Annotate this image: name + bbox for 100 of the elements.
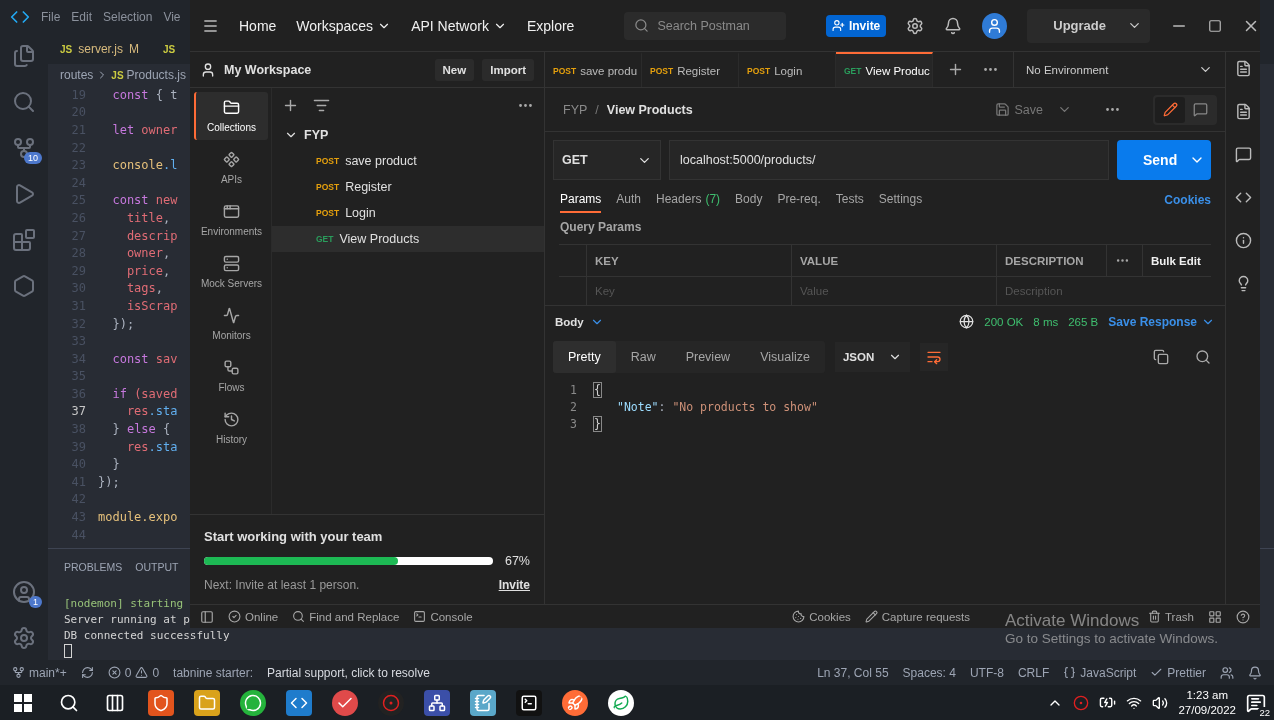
network-icon[interactable] (424, 689, 450, 716)
edit-mode-button[interactable] (1155, 96, 1185, 123)
comment-icon[interactable] (1234, 146, 1252, 163)
breadcrumb-item[interactable]: routes (60, 68, 94, 82)
view-tab[interactable]: Visualize (745, 341, 825, 373)
hexagon-icon[interactable] (12, 274, 36, 298)
request-tab[interactable]: GET View Produc (836, 52, 933, 87)
request-option-tab[interactable]: Params (560, 187, 602, 213)
search-icon[interactable] (1195, 349, 1211, 365)
request-option-tab[interactable]: Body (735, 187, 763, 213)
request-item[interactable]: POST Register (272, 174, 544, 200)
breadcrumb-item[interactable]: Products.js (126, 68, 186, 82)
view-tab[interactable]: Raw (615, 341, 671, 373)
document-icon[interactable] (1234, 103, 1252, 120)
view-tab[interactable]: Pretty (553, 341, 616, 373)
status-item[interactable]: Console (413, 610, 473, 623)
sidebar-tab[interactable]: Mock Servers (193, 248, 268, 296)
view-tab[interactable]: Preview (670, 341, 746, 373)
sidebar-tab[interactable]: History (193, 404, 268, 452)
extensions-icon[interactable] (12, 228, 36, 252)
code-editor-icon[interactable] (286, 689, 312, 716)
status-item[interactable]: Find and Replace (292, 610, 400, 623)
panel-tab[interactable]: OUTPUT (135, 560, 179, 573)
settings-icon[interactable] (906, 16, 925, 35)
method-select[interactable]: GET (553, 140, 661, 180)
sidebar-tab[interactable]: Collections (193, 92, 268, 140)
request-option-tab[interactable]: Settings (878, 187, 923, 213)
status-message[interactable]: Partial support, click to resolve (267, 665, 430, 680)
notifications-icon[interactable] (944, 16, 963, 35)
maximize-icon[interactable] (1208, 18, 1222, 33)
url-field[interactable]: localhost:5000/products/ (669, 140, 1109, 180)
request-option-tab[interactable]: Pre-req. (777, 187, 821, 213)
volume-icon[interactable] (1152, 694, 1169, 711)
notepad-icon[interactable] (470, 689, 496, 716)
request-tab[interactable]: POST Register (642, 52, 739, 87)
task-view-icon[interactable] (105, 692, 125, 713)
cookies-link[interactable]: Cookies (1164, 193, 1211, 207)
avatar-icon[interactable] (982, 12, 1008, 39)
menu-item[interactable]: Edit (71, 10, 93, 24)
leaf-icon[interactable] (608, 689, 634, 716)
panel-tab[interactable]: PROBLEMS (64, 560, 123, 573)
account-icon[interactable] (12, 580, 36, 604)
search-icon[interactable] (59, 692, 79, 713)
formatter-status[interactable]: Prettier (1150, 665, 1206, 680)
sidebar-toggle-icon[interactable] (200, 609, 214, 624)
request-option-tab[interactable]: Tests (835, 187, 864, 213)
shield-icon[interactable] (148, 689, 174, 716)
request-tab[interactable]: POST save produ (545, 52, 642, 87)
nav-link[interactable]: API Network (411, 17, 507, 34)
request-option-tab[interactable]: Headers (7) (656, 187, 721, 213)
tabnine-status[interactable]: tabnine starter: (173, 665, 254, 680)
menu-item[interactable]: File (41, 10, 61, 24)
invite-button[interactable]: Invite (825, 14, 887, 37)
status-item[interactable]: Online (228, 610, 279, 623)
menu-item[interactable]: Selection (103, 10, 153, 24)
status-item[interactable]: Capture requests (864, 610, 970, 623)
environment-select[interactable]: No Environment (1014, 52, 1225, 87)
problems-status[interactable]: 0 0 (107, 665, 160, 680)
save-button[interactable]: Save (988, 101, 1049, 118)
request-item[interactable]: GET View Products (272, 226, 544, 252)
record-icon[interactable] (1073, 694, 1090, 711)
windows-logo-icon[interactable] (14, 693, 32, 712)
save-response-button[interactable]: Save Response (1108, 314, 1215, 329)
copy-icon[interactable] (1153, 349, 1169, 365)
encoding-status[interactable]: UTF-8 (969, 665, 1004, 680)
new-tab-icon[interactable] (947, 61, 964, 78)
people-icon[interactable] (1220, 665, 1234, 680)
wrap-lines-button[interactable] (920, 343, 949, 371)
search-field[interactable]: Search Postman (624, 11, 786, 40)
request-item[interactable]: POST Login (272, 200, 544, 226)
layout-icon[interactable] (1208, 609, 1222, 624)
chat-bubble-icon[interactable] (240, 689, 266, 716)
bulk-edit-button[interactable]: Bulk Edit (1143, 245, 1211, 277)
status-item[interactable]: Trash (1148, 610, 1194, 623)
sidebar-tab[interactable]: APIs (193, 144, 268, 192)
menu-item[interactable]: Vie (163, 10, 181, 24)
checkmark-icon[interactable] (332, 689, 358, 716)
send-button[interactable]: Send (1117, 140, 1211, 180)
folder-icon[interactable] (194, 689, 220, 716)
document-icon[interactable] (1234, 60, 1252, 77)
nav-link[interactable]: Workspaces (296, 17, 392, 34)
help-icon[interactable] (1236, 609, 1250, 624)
branch-status[interactable]: main*+ (12, 665, 67, 680)
response-section-select[interactable]: Body (555, 314, 604, 329)
notifications-icon[interactable] (1248, 665, 1262, 680)
sidebar-tab[interactable]: Monitors (193, 300, 268, 348)
upgrade-button[interactable]: Upgrade (1027, 8, 1150, 43)
status-item[interactable]: Cookies (792, 610, 851, 623)
workspace-button[interactable]: Import (482, 58, 534, 81)
request-item[interactable]: POST save product (272, 148, 544, 174)
eol-status[interactable]: CRLF (1017, 665, 1050, 680)
cursor-position[interactable]: Ln 37, Col 55 (817, 665, 889, 680)
nav-link[interactable]: Home (239, 17, 277, 34)
info-icon[interactable] (1234, 232, 1252, 249)
sidebar-tab[interactable]: Flows (193, 352, 268, 400)
sidebar-tab[interactable]: Environments (193, 196, 268, 244)
source-control-icon[interactable] (12, 136, 36, 160)
format-select[interactable]: JSON (834, 342, 911, 372)
workspace-button[interactable]: New (434, 58, 475, 81)
record-icon[interactable] (378, 689, 404, 716)
